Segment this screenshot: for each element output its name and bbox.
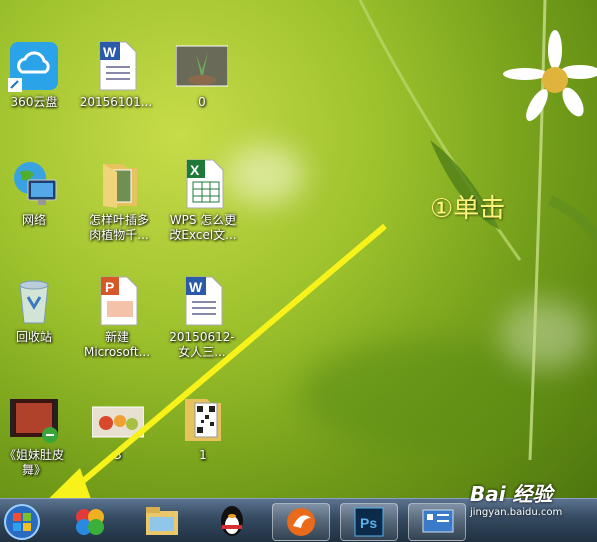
taskbar-item-control-panel[interactable] [408, 503, 466, 541]
control-panel-icon [422, 509, 454, 533]
taskbar-item-explorer[interactable] [134, 503, 190, 539]
photoshop-icon: Ps [354, 507, 384, 537]
taskbar-item-photoshop[interactable]: Ps [340, 503, 398, 541]
taskbar-item-qq[interactable] [204, 503, 260, 539]
pinwheel-icon [76, 509, 104, 535]
windows-start-icon [4, 504, 40, 540]
desktop: 360云盘 W 20156101... 0 网络 怎样叶插多 肉植物千... X… [0, 0, 597, 542]
start-button[interactable] [2, 502, 44, 542]
watermark-brand: Bai 经验 [470, 482, 553, 506]
qq-penguin-icon [221, 506, 243, 536]
arrow-icon [22, 223, 387, 525]
svg-text:Ps: Ps [360, 515, 377, 531]
file-explorer-icon [146, 507, 178, 535]
watermark-url: jingyan.baidu.com [470, 507, 563, 518]
baidu-jingyan-watermark: Bai 经验 jingyan.baidu.com [470, 478, 562, 518]
taskbar-item-pinwheel[interactable] [62, 503, 118, 539]
taskbar-item-browser[interactable] [272, 503, 330, 541]
browser-icon [287, 508, 315, 536]
